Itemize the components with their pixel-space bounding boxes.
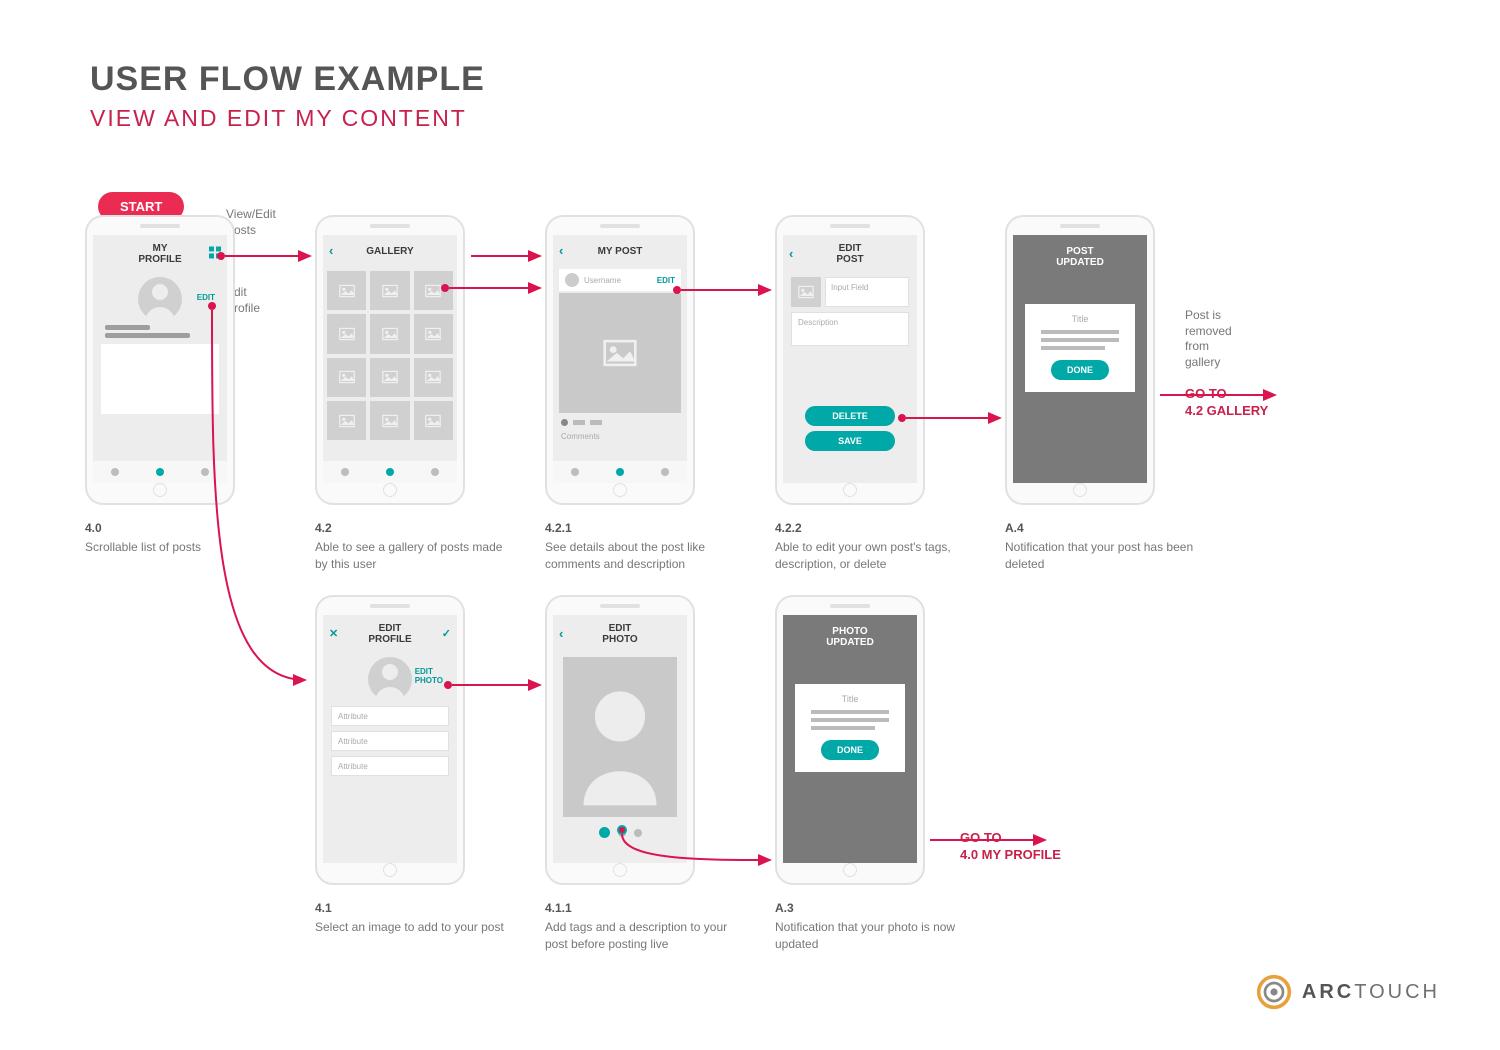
caption-4-2: 4.2 Able to see a gallery of posts made … [315, 520, 505, 572]
page-subtitle: VIEW AND EDIT MY CONTENT [90, 105, 485, 132]
grid-icon[interactable] [209, 246, 221, 261]
avatar-icon [565, 273, 579, 287]
post-image [559, 293, 681, 413]
check-icon[interactable]: ✓ [442, 628, 451, 640]
back-icon[interactable]: ‹ [559, 627, 563, 641]
annot-edit-profile: Edit Profile [226, 285, 316, 316]
avatar [368, 657, 412, 701]
avatar: EDIT [93, 277, 227, 321]
delete-button[interactable]: DELETE [805, 406, 895, 426]
back-icon[interactable]: ‹ [559, 244, 563, 258]
screen-title: POST UPDATED [1056, 246, 1104, 268]
gallery-grid [323, 267, 457, 444]
caption-4-1-1: 4.1.1 Add tags and a description to your… [545, 900, 735, 952]
confirm-card: Title DONE [795, 684, 905, 772]
logo-icon [1256, 974, 1292, 1010]
phone-4-1: ✕ EDIT PROFILE ✓ EDIT PHOTO Attribute At… [315, 595, 465, 885]
edit-link[interactable]: EDIT [657, 276, 675, 285]
post-author-row: Username EDIT [559, 269, 681, 291]
phone-4-2-2: ‹ EDIT POST Input Field Description DELE… [775, 215, 925, 505]
phone-a-3: PHOTO UPDATED Title DONE [775, 595, 925, 885]
photo-preview [563, 657, 677, 817]
pager-dots [553, 827, 687, 838]
brand-logo: ARCTOUCH [1256, 974, 1440, 1010]
caption-4-2-1: 4.2.1 See details about the post like co… [545, 520, 735, 572]
pager-dots [561, 419, 679, 426]
screen-title: EDIT POST [836, 243, 863, 265]
screen-title: MY PROFILE [138, 243, 181, 265]
screen-title: EDIT PHOTO [602, 623, 637, 645]
caption-4-0: 4.0 Scrollable list of posts [85, 520, 275, 556]
back-icon[interactable]: ‹ [329, 244, 333, 258]
caption-a-4: A.4 Notification that your post has been… [1005, 520, 1195, 572]
goto-profile: GO TO 4.0 MY PROFILE [960, 830, 1061, 864]
caption-4-2-2: 4.2.2 Able to edit your own post's tags,… [775, 520, 965, 572]
note-removed: Post is removed from gallery [1185, 308, 1265, 370]
phone-4-0: MY PROFILE EDIT [85, 215, 235, 505]
caption-4-1: 4.1 Select an image to add to your post [315, 900, 505, 936]
input-field[interactable]: Input Field [825, 277, 909, 307]
screen-title: MY POST [598, 246, 643, 257]
phone-4-2-1: ‹ MY POST Username EDIT Comments [545, 215, 695, 505]
caption-a-3: A.3 Notification that your photo is now … [775, 900, 965, 952]
tabbar[interactable] [93, 461, 227, 483]
screen-title: GALLERY [366, 246, 413, 257]
edit-photo-link[interactable]: EDIT PHOTO [415, 667, 443, 685]
attr-field-2[interactable]: Attribute [331, 731, 449, 751]
save-button[interactable]: SAVE [805, 431, 895, 451]
screen-title: EDIT PROFILE [368, 623, 411, 645]
phone-4-2: ‹ GALLERY [315, 215, 465, 505]
goto-gallery: GO TO 4.2 GALLERY [1185, 386, 1268, 420]
confirm-card: Title DONE [1025, 304, 1135, 392]
close-icon[interactable]: ✕ [329, 628, 338, 640]
thumb-icon [791, 277, 821, 307]
edit-link[interactable]: EDIT [197, 293, 215, 302]
done-button[interactable]: DONE [1051, 360, 1109, 380]
annot-view-edit: View/Edit Posts [226, 207, 316, 238]
attr-field-3[interactable]: Attribute [331, 756, 449, 776]
screen-title: PHOTO UPDATED [826, 626, 874, 648]
header: USER FLOW EXAMPLE VIEW AND EDIT MY CONTE… [90, 60, 485, 132]
description-field[interactable]: Description [791, 312, 909, 346]
done-button[interactable]: DONE [821, 740, 879, 760]
phone-a-4: POST UPDATED Title DONE [1005, 215, 1155, 505]
phone-4-1-1: ‹ EDIT PHOTO [545, 595, 695, 885]
attr-field-1[interactable]: Attribute [331, 706, 449, 726]
page-title: USER FLOW EXAMPLE [90, 60, 485, 99]
back-icon[interactable]: ‹ [789, 247, 793, 261]
